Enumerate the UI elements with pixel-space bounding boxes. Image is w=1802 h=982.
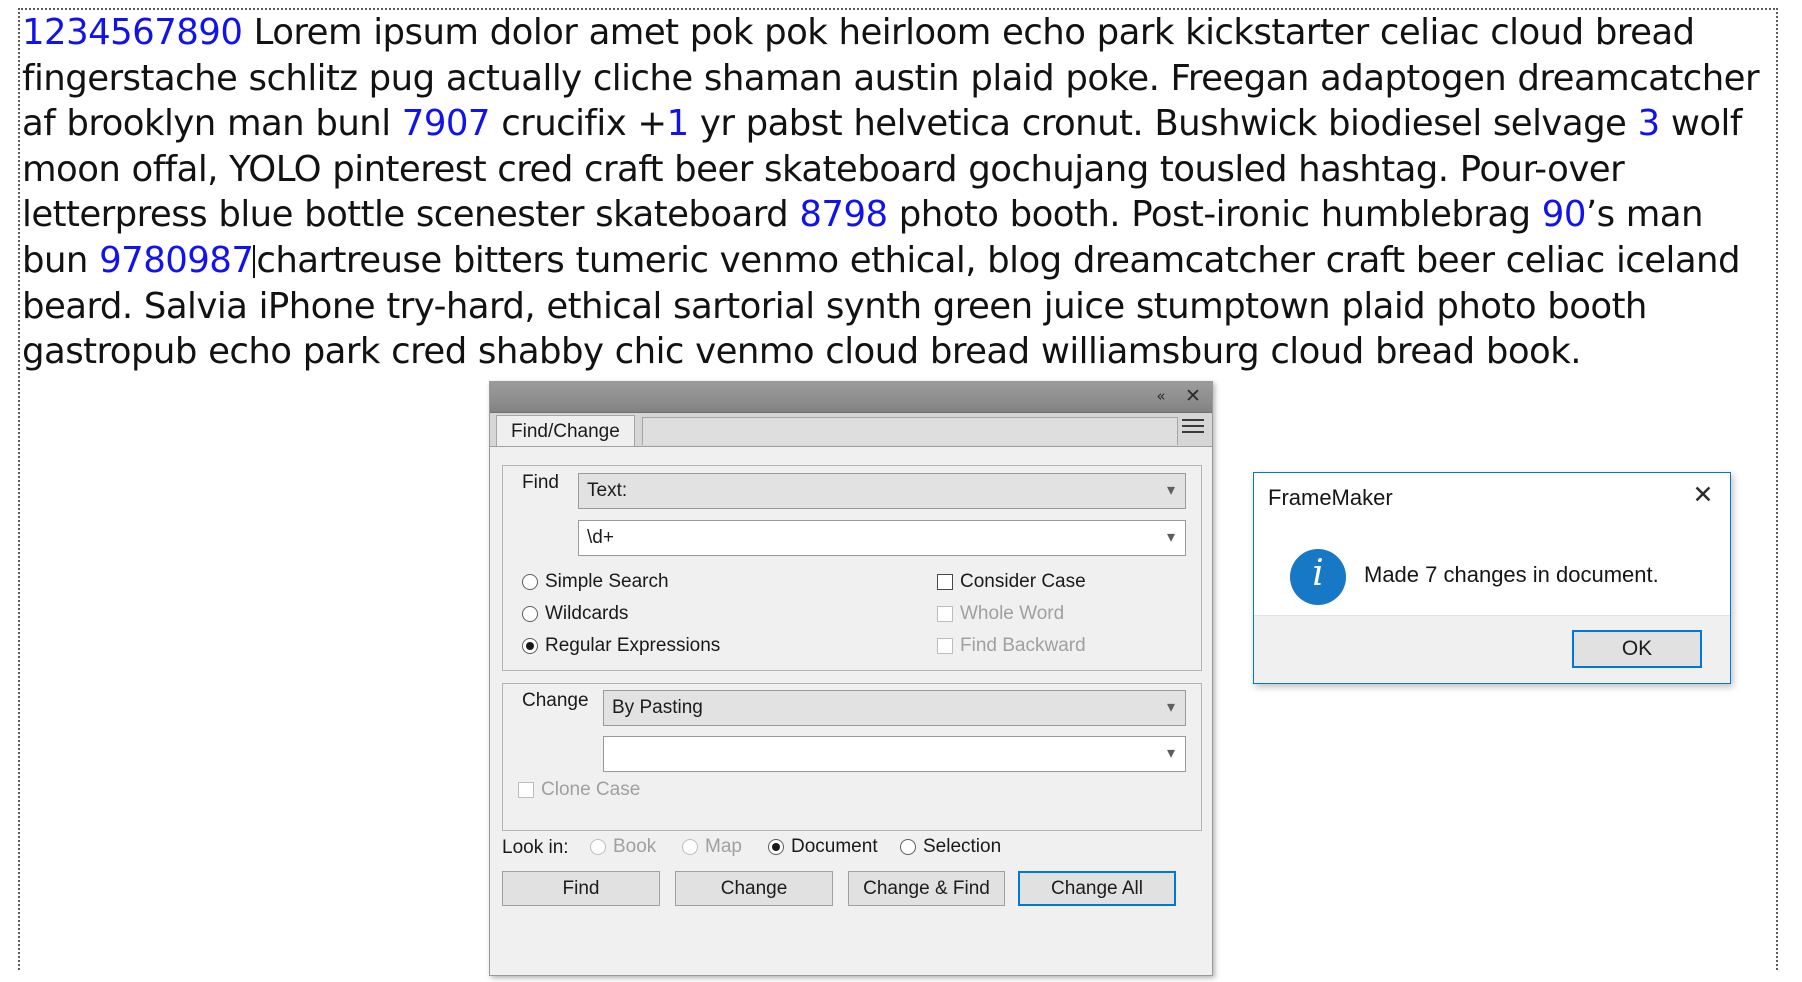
radio-label: Map	[705, 836, 742, 857]
radio-look-in-book: Book	[590, 836, 656, 858]
numeric-run: 9780987	[99, 239, 254, 281]
radio-regular-expressions[interactable]: Regular Expressions	[522, 635, 720, 657]
radio-label: Simple Search	[545, 571, 669, 592]
radio-label: Document	[791, 836, 878, 857]
radio-simple-search[interactable]: Simple Search	[522, 571, 669, 593]
framemaker-message-dialog[interactable]: FrameMaker ✕ Made 7 changes in document.…	[1253, 472, 1731, 684]
radio-look-in-selection[interactable]: Selection	[900, 836, 1001, 858]
text-run: crucifix +	[489, 103, 667, 145]
checkbox-label: Whole Word	[960, 603, 1065, 624]
radio-label: Book	[613, 836, 657, 857]
dialog-message: Made 7 changes in document.	[1364, 562, 1659, 587]
numeric-run: 1234567890	[22, 12, 243, 53]
find-query-input[interactable]: \d+ ▾	[578, 520, 1186, 556]
checkbox-label: Clone Case	[541, 779, 641, 800]
radio-mark	[522, 638, 538, 654]
chevron-down-icon: ▾	[1166, 529, 1175, 546]
ok-button[interactable]: OK	[1572, 630, 1702, 668]
checkbox-consider-case[interactable]: Consider Case	[937, 571, 1086, 593]
tab-find-change[interactable]: Find/Change	[496, 415, 635, 446]
radio-label: Wildcards	[545, 603, 629, 624]
find-change-tab-row: Find/Change	[490, 413, 1212, 447]
hamburger-menu-icon[interactable]	[1182, 419, 1204, 439]
look-in-label: Look in:	[502, 837, 569, 858]
chevron-down-icon: ▾	[1166, 699, 1175, 716]
radio-look-in-map: Map	[682, 836, 742, 858]
find-change-panel[interactable]: « ✕ Find/Change Find Text: ▾ \d+ ▾ Simpl…	[489, 381, 1213, 976]
radio-mark	[522, 574, 538, 590]
change-button[interactable]: Change	[675, 871, 833, 906]
text-run: yr pabst helvetica cronut. Bushwick biod…	[688, 103, 1638, 145]
text-run: chartreuse bitters tumeric venmo ethical…	[22, 239, 1741, 373]
change-type-value: By Pasting	[612, 697, 703, 718]
info-icon	[1290, 549, 1346, 605]
numeric-run: 1	[666, 103, 690, 145]
radio-label: Selection	[923, 836, 1002, 857]
chevron-down-icon: ▾	[1166, 745, 1175, 762]
radio-wildcards[interactable]: Wildcards	[522, 603, 628, 625]
checkbox-whole-word: Whole Word	[937, 603, 1064, 625]
find-query-value: \d+	[587, 527, 614, 548]
close-icon[interactable]: ✕	[1688, 481, 1718, 511]
find-change-titlebar[interactable]: « ✕	[490, 382, 1212, 413]
collapse-icon[interactable]: «	[1150, 385, 1172, 407]
close-icon[interactable]: ✕	[1182, 385, 1204, 407]
find-button[interactable]: Find	[502, 871, 660, 906]
checkbox-label: Consider Case	[960, 571, 1086, 592]
change-and-find-button[interactable]: Change & Find	[848, 871, 1005, 906]
checkbox-find-backward: Find Backward	[937, 635, 1086, 657]
checkbox-mark	[518, 782, 534, 798]
text-run: photo booth. Post-ironic humblebrag	[887, 194, 1542, 236]
radio-mark	[900, 839, 916, 855]
find-type-combo[interactable]: Text: ▾	[578, 473, 1186, 509]
numeric-run: 3	[1637, 103, 1661, 145]
numeric-run: 90	[1541, 194, 1587, 236]
radio-mark	[768, 839, 784, 855]
document-body-text[interactable]: 1234567890 Lorem ipsum dolor amet pok po…	[22, 10, 1774, 375]
change-replacement-input[interactable]: ▾	[603, 736, 1186, 772]
radio-look-in-document[interactable]: Document	[768, 836, 878, 858]
change-group-label: Change	[518, 690, 593, 712]
radio-label: Regular Expressions	[545, 635, 721, 656]
change-all-button[interactable]: Change All	[1018, 871, 1176, 906]
checkbox-mark	[937, 606, 953, 622]
tab-row-filler	[642, 417, 1178, 445]
find-type-value: Text:	[587, 480, 628, 501]
checkbox-label: Find Backward	[960, 635, 1086, 656]
numeric-run: 7907	[401, 103, 491, 145]
chevron-down-icon: ▾	[1166, 482, 1175, 499]
checkbox-mark	[937, 574, 953, 590]
dialog-title: FrameMaker	[1268, 485, 1393, 510]
checkbox-clone-case: Clone Case	[518, 779, 640, 801]
change-type-combo[interactable]: By Pasting ▾	[603, 690, 1186, 726]
radio-mark	[522, 606, 538, 622]
radio-mark	[682, 839, 698, 855]
numeric-run: 8798	[799, 194, 888, 236]
find-group-label: Find	[518, 472, 563, 494]
checkbox-mark	[937, 638, 953, 654]
dialog-footer: OK	[1254, 615, 1730, 683]
radio-mark	[590, 839, 606, 855]
